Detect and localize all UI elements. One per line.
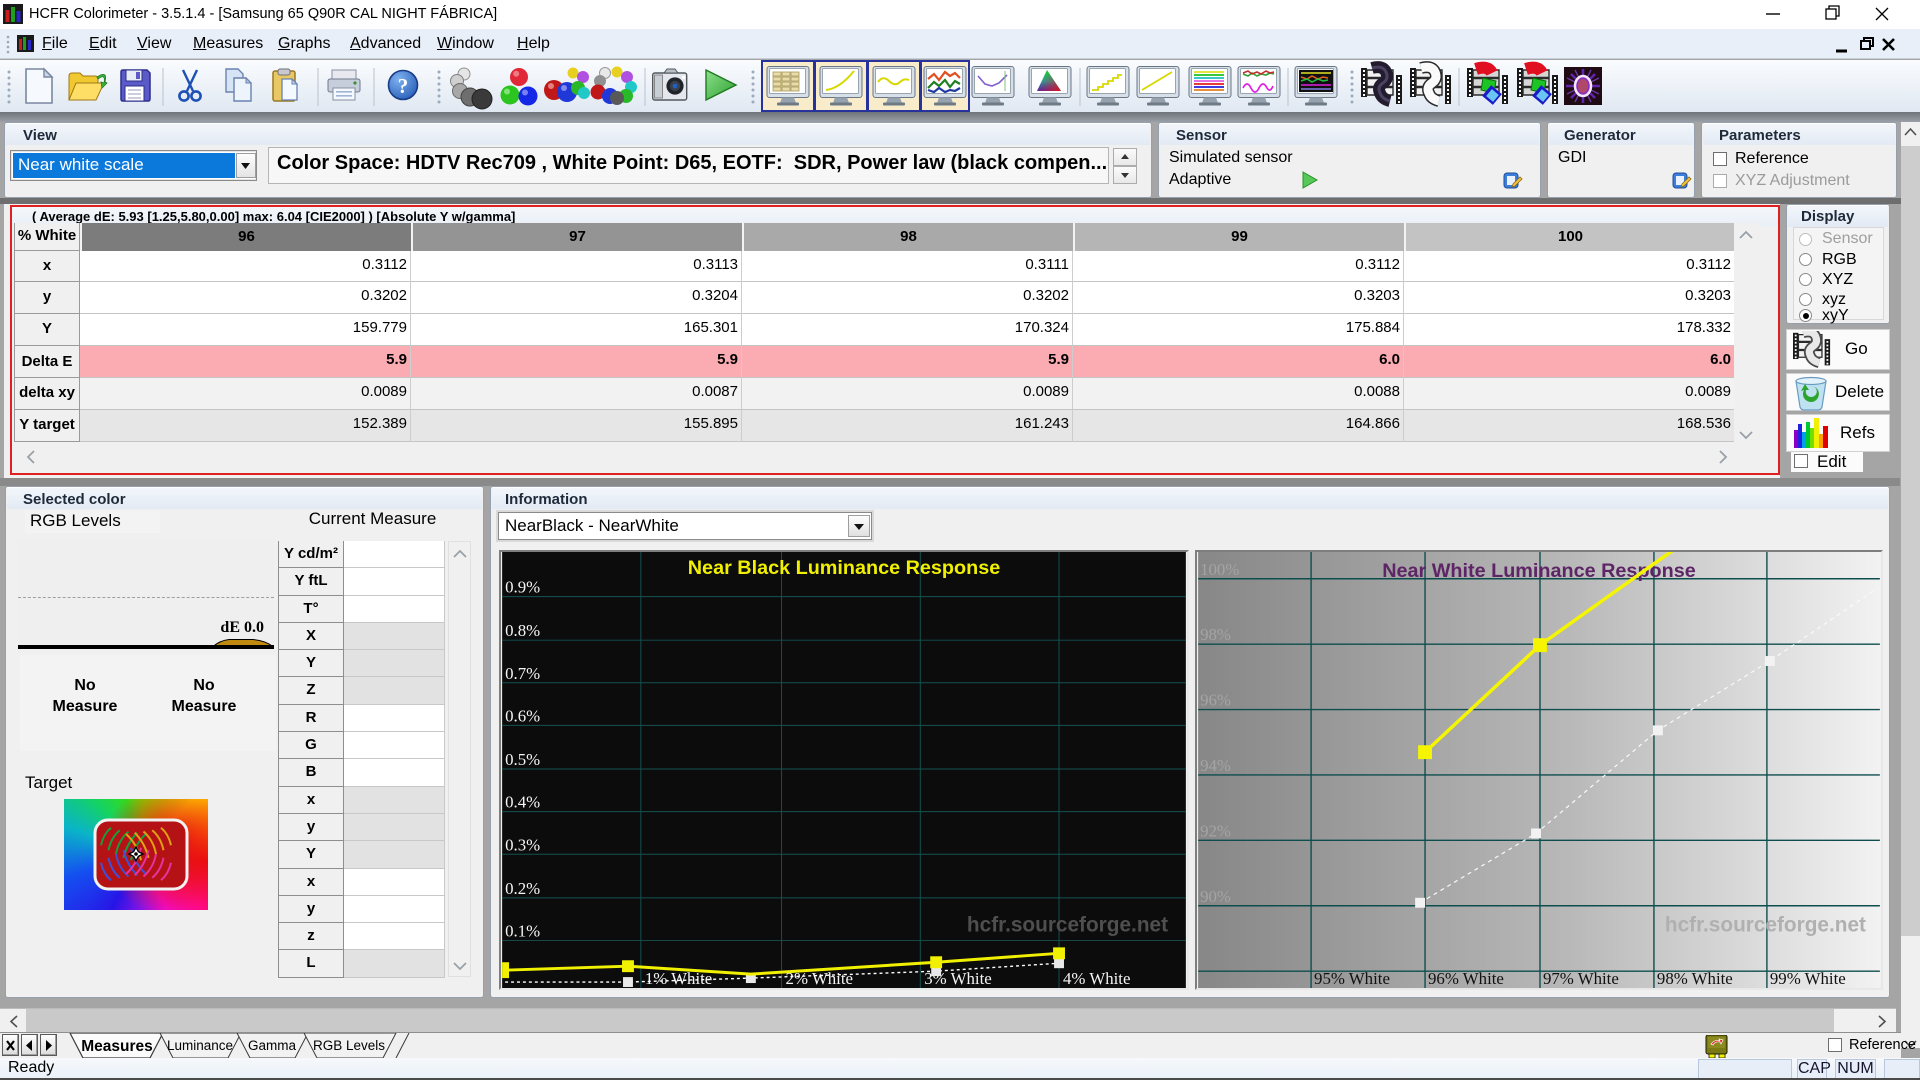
svg-text:0.3%: 0.3% (505, 835, 540, 854)
svg-text:94%: 94% (1200, 756, 1231, 775)
svg-text:0.6%: 0.6% (505, 706, 540, 725)
svg-text:98% White: 98% White (1657, 969, 1733, 988)
svg-text:0.1%: 0.1% (505, 921, 540, 940)
svg-text:Gamma: Gamma (248, 1038, 297, 1053)
svg-text:97% White: 97% White (1543, 969, 1619, 988)
svg-text:0.7%: 0.7% (505, 664, 540, 683)
svg-text:4% White: 4% White (1063, 969, 1130, 988)
svg-text:92%: 92% (1200, 821, 1231, 840)
svg-text:hcfr.sourceforge.net: hcfr.sourceforge.net (1665, 914, 1866, 937)
svg-text:Near White Luminance Response: Near White Luminance Response (1382, 560, 1696, 582)
svg-text:0.5%: 0.5% (505, 750, 540, 769)
svg-text:96%: 96% (1200, 691, 1231, 710)
svg-text:99% White: 99% White (1770, 969, 1846, 988)
svg-text:RGB Levels: RGB Levels (313, 1038, 385, 1053)
svg-text:Luminance: Luminance (167, 1038, 233, 1053)
svg-text:?: ? (398, 74, 409, 98)
svg-text:95% White: 95% White (1314, 969, 1390, 988)
svg-text:Measures: Measures (81, 1038, 153, 1055)
svg-text:hcfr.sourceforge.net: hcfr.sourceforge.net (967, 914, 1168, 937)
svg-text:0.4%: 0.4% (505, 793, 540, 812)
svg-text:0.2%: 0.2% (505, 879, 540, 898)
svg-text:98%: 98% (1200, 625, 1231, 644)
svg-text:96% White: 96% White (1428, 969, 1504, 988)
svg-text:Near Black Luminance Response: Near Black Luminance Response (688, 557, 1000, 579)
svg-text:0.8%: 0.8% (505, 621, 540, 640)
svg-text:0.9%: 0.9% (505, 578, 540, 597)
svg-text:90%: 90% (1200, 887, 1231, 906)
svg-text:100%: 100% (1200, 560, 1239, 579)
